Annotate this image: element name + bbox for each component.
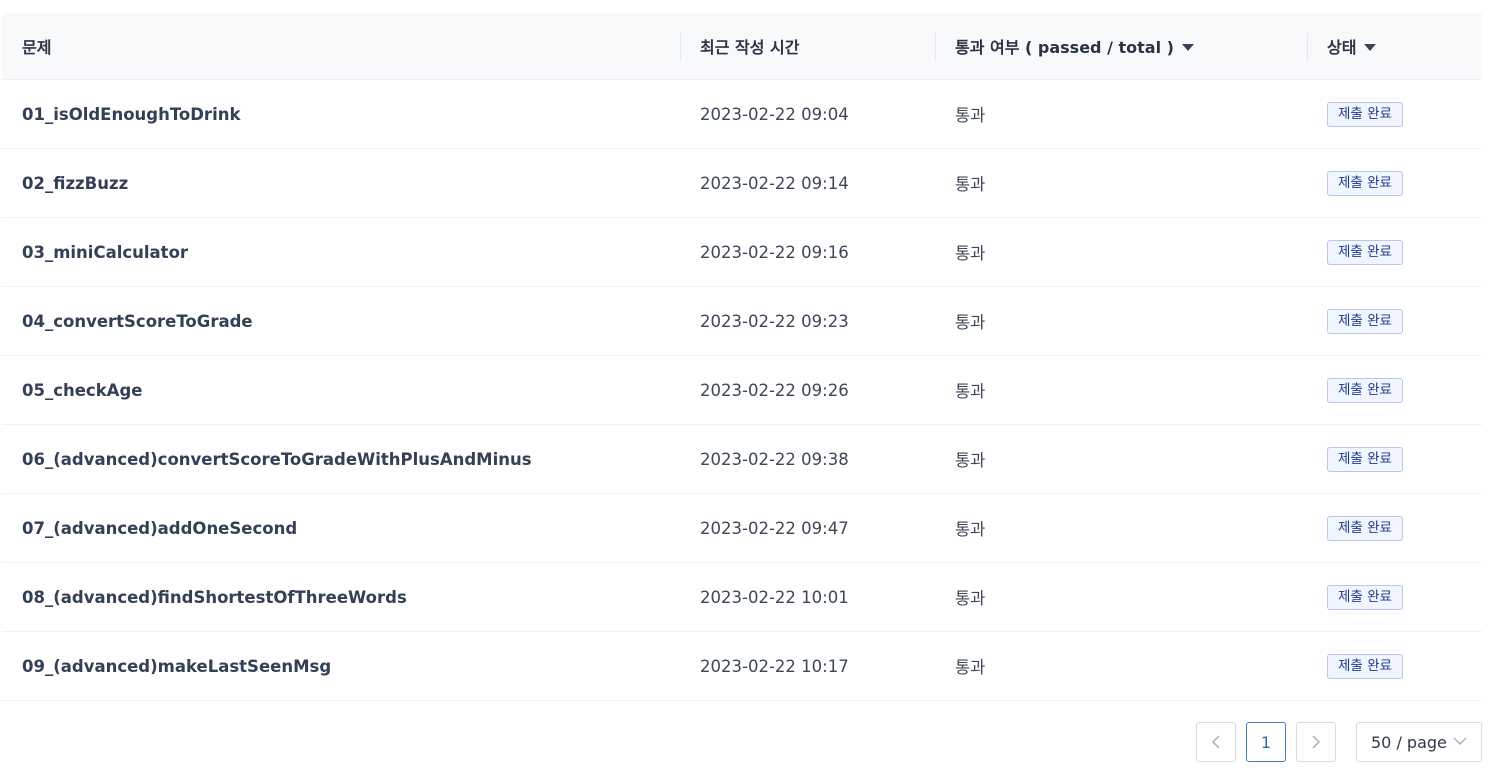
status-cell: 제출 완료 — [1307, 149, 1482, 217]
next-page-button[interactable] — [1296, 722, 1336, 762]
pass-result: 통과 — [955, 520, 986, 539]
problem-name[interactable]: 03_miniCalculator — [2, 218, 680, 286]
status-cell: 제출 완료 — [1307, 563, 1482, 631]
page-number-button[interactable]: 1 — [1246, 722, 1286, 762]
pass-result: 통과 — [955, 382, 986, 401]
status-cell: 제출 완료 — [1307, 287, 1482, 355]
last-written-time: 2023-02-22 09:38 — [700, 449, 849, 469]
pass-result: 통과 — [955, 451, 986, 470]
status-cell: 제출 완료 — [1307, 356, 1482, 424]
header-status-label: 상태 — [1327, 38, 1357, 57]
pass-result: 통과 — [955, 175, 986, 194]
table-row[interactable]: 08_(advanced)findShortestOfThreeWords 202… — [2, 563, 1482, 632]
status-badge: 제출 완료 — [1327, 584, 1403, 610]
status-badge: 제출 완료 — [1327, 101, 1403, 127]
status-cell: 제출 완료 — [1307, 80, 1482, 148]
last-written-time: 2023-02-22 10:01 — [700, 587, 849, 607]
pass-result: 통과 — [955, 589, 986, 608]
problem-name[interactable]: 09_(advanced)makeLastSeenMsg — [2, 632, 680, 700]
status-badge: 제출 완료 — [1327, 653, 1403, 679]
last-written-time: 2023-02-22 09:47 — [700, 518, 849, 538]
problem-name[interactable]: 04_convertScoreToGrade — [2, 287, 680, 355]
caret-down-icon[interactable] — [1364, 43, 1377, 51]
table-row[interactable]: 07_(advanced)addOneSecond 2023-02-22 09:4… — [2, 494, 1482, 563]
last-written-time: 2023-02-22 09:14 — [700, 173, 849, 193]
chevron-down-icon — [1453, 734, 1467, 748]
status-cell: 제출 완료 — [1307, 494, 1482, 562]
pass-result: 통과 — [955, 244, 986, 263]
table-row[interactable]: 09_(advanced)makeLastSeenMsg 2023-02-22 1… — [2, 632, 1482, 701]
header-problem: 문제 — [2, 13, 680, 79]
table-row[interactable]: 04_convertScoreToGrade 2023-02-22 09:23 통과… — [2, 287, 1482, 356]
header-pass-label: 통과 여부 ( passed / total ) — [955, 38, 1174, 57]
header-pass[interactable]: 통과 여부 ( passed / total ) — [935, 13, 1307, 79]
status-badge: 제출 완료 — [1327, 446, 1403, 472]
header-time-label: 최근 작성 시간 — [700, 38, 800, 57]
chevron-left-icon — [1211, 735, 1220, 749]
last-written-time: 2023-02-22 09:23 — [700, 311, 849, 331]
table-row[interactable]: 02_fizzBuzz 2023-02-22 09:14 통과 제출 완료 — [2, 149, 1482, 218]
pass-result: 통과 — [955, 106, 986, 125]
last-written-time: 2023-02-22 10:17 — [700, 656, 849, 676]
table-row[interactable]: 03_miniCalculator 2023-02-22 09:16 통과 제출 완료 — [2, 218, 1482, 287]
last-written-time: 2023-02-22 09:16 — [700, 242, 849, 262]
submissions-table: 문제 최근 작성 시간 통과 여부 ( passed / total ) 상태 … — [2, 13, 1482, 701]
status-badge: 제출 완료 — [1327, 170, 1403, 196]
chevron-right-icon — [1312, 735, 1321, 749]
last-written-time: 2023-02-22 09:26 — [700, 380, 849, 400]
status-cell: 제출 완료 — [1307, 425, 1482, 493]
problem-name[interactable]: 08_(advanced)findShortestOfThreeWords — [2, 563, 680, 631]
status-badge: 제출 완료 — [1327, 515, 1403, 541]
pagination: 1 50 / page — [1196, 722, 1482, 762]
status-cell: 제출 완료 — [1307, 218, 1482, 286]
problem-name[interactable]: 07_(advanced)addOneSecond — [2, 494, 680, 562]
prev-page-button[interactable] — [1196, 722, 1236, 762]
table-row[interactable]: 01_isOldEnoughToDrink 2023-02-22 09:04 통과 제… — [2, 80, 1482, 149]
status-badge: 제출 완료 — [1327, 239, 1403, 265]
last-written-time: 2023-02-22 09:04 — [700, 104, 849, 124]
page-size-value: 50 / page — [1371, 732, 1447, 752]
problem-name[interactable]: 06_(advanced)convertScoreToGradeWithPlus… — [2, 425, 680, 493]
problem-name[interactable]: 02_fizzBuzz — [2, 149, 680, 217]
header-time: 최근 작성 시간 — [680, 13, 935, 79]
table-header: 문제 최근 작성 시간 통과 여부 ( passed / total ) 상태 — [2, 13, 1482, 80]
header-status[interactable]: 상태 — [1307, 13, 1482, 79]
status-badge: 제출 완료 — [1327, 308, 1403, 334]
pass-result: 통과 — [955, 313, 986, 332]
caret-down-icon[interactable] — [1181, 43, 1194, 51]
table-body: 01_isOldEnoughToDrink 2023-02-22 09:04 통과 제… — [2, 80, 1482, 701]
table-row[interactable]: 05_checkAge 2023-02-22 09:26 통과 제출 완료 — [2, 356, 1482, 425]
problem-name[interactable]: 05_checkAge — [2, 356, 680, 424]
page-size-select[interactable]: 50 / page — [1356, 722, 1482, 762]
table-row[interactable]: 06_(advanced)convertScoreToGradeWithPlus… — [2, 425, 1482, 494]
status-badge: 제출 완료 — [1327, 377, 1403, 403]
pass-result: 통과 — [955, 658, 986, 677]
status-cell: 제출 완료 — [1307, 632, 1482, 700]
header-problem-label: 문제 — [22, 38, 52, 57]
problem-name[interactable]: 01_isOldEnoughToDrink — [2, 80, 680, 148]
